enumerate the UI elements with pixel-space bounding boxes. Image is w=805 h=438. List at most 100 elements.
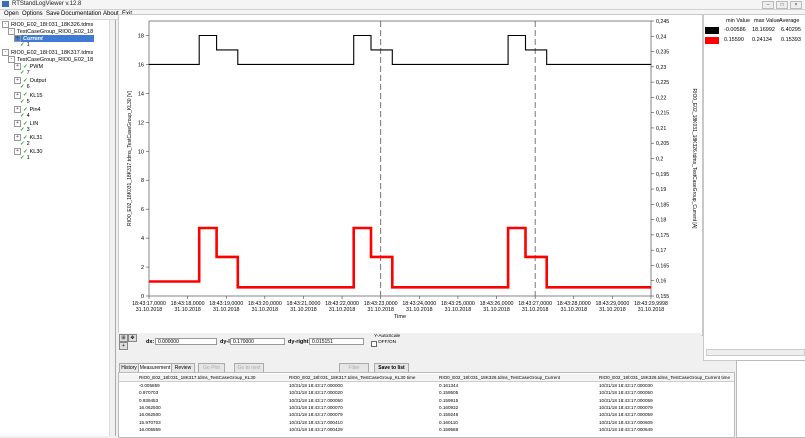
- legend-scrollbar[interactable]: [706, 349, 805, 356]
- expand-icon[interactable]: +: [14, 35, 21, 43]
- check-icon[interactable]: ✓: [20, 42, 25, 48]
- check-icon[interactable]: ✓: [23, 149, 28, 155]
- expand-icon[interactable]: +: [14, 91, 21, 99]
- menu-about[interactable]: About: [103, 11, 119, 17]
- check-icon[interactable]: ✓: [20, 70, 25, 76]
- tree-scrollbar[interactable]: [109, 20, 115, 436]
- tree-item[interactable]: - RIO0_E02_18l:031_18K317.tdms: [2, 49, 93, 57]
- check-icon[interactable]: ✓: [20, 99, 25, 105]
- tree-item[interactable]: + ✓ KL31: [14, 133, 42, 141]
- maximize-icon[interactable]: □: [776, 1, 788, 9]
- tree-item[interactable]: + ✓ PWM: [14, 63, 43, 71]
- table-cell: 10/31/18 18:43:17.000609: [599, 419, 653, 425]
- expand-icon[interactable]: +: [14, 147, 21, 155]
- expand-icon[interactable]: +: [14, 63, 21, 71]
- tree-item[interactable]: ✓ 7: [20, 70, 30, 77]
- tree-item[interactable]: ✓ 1: [20, 42, 30, 49]
- table-row[interactable]: 0.939453 10/31/18 18:43:17.000050 0.159915…: [119, 397, 734, 404]
- y-left-tick-label: 0: [141, 294, 144, 300]
- channel-tree[interactable]: - RIO0_E02_18l:031_18K326.tdms - TestCaseGr…: [0, 20, 116, 436]
- minimize-icon[interactable]: –: [762, 1, 774, 9]
- dx-field[interactable]: 0.000000: [155, 338, 217, 345]
- x-tick-date-label: 31.10.2018: [599, 307, 626, 313]
- check-icon[interactable]: ✓: [23, 135, 28, 141]
- menu-options[interactable]: Options: [22, 11, 43, 17]
- y-left-axis-label: RIO0_E02_18K031_18K317.tdms_TestCaseGrou…: [127, 90, 133, 226]
- expand-icon[interactable]: +: [14, 77, 21, 85]
- table-row[interactable]: 0.970703 10/31/18 18:43:17.000020 0.159505…: [119, 389, 734, 396]
- legend-swatch-red[interactable]: [705, 37, 719, 44]
- pan-icon[interactable]: ✥: [128, 334, 137, 342]
- zoom-icon[interactable]: ⊞: [119, 334, 128, 342]
- legend-swatch-black[interactable]: [705, 27, 719, 34]
- data-point: [198, 64, 200, 65]
- plot-panel[interactable]: 0 2 4 6 8 10 12 14 16 18 0,245 0,24 0,235 0,23 0,225 0,…: [118, 14, 703, 336]
- table-row[interactable]: 16.005859 10/31/18 18:43:17.000429 0.15958…: [119, 426, 734, 433]
- data-point: [650, 64, 652, 65]
- table-cell: 0.160932: [439, 404, 459, 410]
- tree-item[interactable]: ✓ 4: [20, 113, 30, 120]
- collapse-icon[interactable]: -: [2, 49, 9, 57]
- check-icon[interactable]: ✓: [23, 78, 28, 84]
- data-point: [525, 256, 526, 258]
- table-cell: 15.970703: [139, 419, 161, 425]
- x-tick-date-label: 31.10.2018: [522, 307, 549, 313]
- check-icon[interactable]: ✓: [20, 113, 25, 119]
- menu-documentation[interactable]: Documentation: [61, 11, 101, 17]
- check-icon[interactable]: ✓: [20, 141, 25, 147]
- table-cell: 10/31/18 18:43:17.000059: [599, 397, 653, 403]
- tree-item[interactable]: ✓ 6: [20, 84, 30, 91]
- check-icon[interactable]: ✓: [20, 84, 25, 90]
- dy-left-field[interactable]: 0.170000: [230, 338, 285, 345]
- check-icon[interactable]: ✓: [23, 107, 28, 113]
- tree-item[interactable]: - RIO0_E02_18l:031_18K326.tdms: [2, 21, 93, 28]
- table-row[interactable]: -0.005859 10/31/18 18:43:17.000000 0.16134…: [119, 382, 734, 389]
- tab-bar: History Measurement Review Go Plot Go to…: [118, 362, 733, 373]
- collapse-icon[interactable]: -: [2, 21, 9, 28]
- legend-header-min: min Value: [726, 18, 751, 24]
- data-point: [525, 35, 526, 36]
- close-icon[interactable]: ×: [790, 1, 802, 9]
- table-cell: 10/31/18 18:43:17.000079: [599, 404, 653, 410]
- tree-item[interactable]: ✓ 3: [20, 127, 30, 134]
- table-row[interactable]: 16.062500 10/31/18 18:43:17.000070 0.16093…: [119, 404, 734, 411]
- table-row[interactable]: 16.062500 10/31/18 18:43:17.000079 0.15924…: [119, 411, 734, 418]
- tree-item[interactable]: + ✓ KL15: [14, 91, 43, 99]
- cursor-icon[interactable]: +: [119, 342, 128, 350]
- measurement-table[interactable]: RIO0_E02_18l:031_18K317.tdms_TestCaseGro…: [118, 372, 735, 438]
- x-tick-date-label: 31.10.2018: [329, 307, 356, 313]
- tree-item[interactable]: + ✓ Pin4: [14, 105, 41, 113]
- tree-item[interactable]: + Current: [14, 35, 94, 43]
- tree-item[interactable]: + ✓ KL30: [14, 147, 42, 155]
- expand-icon[interactable]: +: [14, 133, 21, 141]
- check-icon[interactable]: ✓: [23, 121, 28, 127]
- check-icon[interactable]: ✓: [20, 155, 25, 161]
- data-point: [216, 227, 217, 229]
- table-cell: 10/31/18 18:43:17.000429: [289, 426, 343, 432]
- data-point: [198, 35, 200, 36]
- tree-item[interactable]: ✓ 2: [20, 141, 30, 148]
- table-row[interactable]: 15.970703 10/31/18 18:43:17.000410 0.16011…: [119, 419, 734, 426]
- tree-item[interactable]: - TestCaseGroup_RIO0_E02_18: [8, 56, 93, 64]
- check-icon[interactable]: ✓: [23, 64, 28, 70]
- menu-save[interactable]: Save: [46, 11, 60, 17]
- collapse-icon[interactable]: -: [8, 28, 15, 36]
- tree-item[interactable]: + ✓ LIN: [14, 119, 38, 127]
- tree-item[interactable]: ✓ 5: [20, 99, 30, 106]
- data-point: [370, 256, 372, 258]
- expand-icon[interactable]: +: [14, 119, 21, 127]
- collapse-icon[interactable]: -: [8, 56, 15, 64]
- tree-item-label: KL15: [29, 92, 43, 99]
- dy-right-field[interactable]: 0.015151: [309, 338, 364, 345]
- expand-icon[interactable]: +: [14, 105, 21, 113]
- check-icon[interactable]: ✓: [23, 92, 28, 98]
- check-icon[interactable]: ✓: [20, 127, 25, 133]
- autoscale-checkbox[interactable]: [371, 341, 377, 347]
- table-cell: 0.970703: [139, 390, 159, 396]
- table-cell: 10/31/18 18:43:17.000070: [289, 404, 343, 410]
- chart[interactable]: 0 2 4 6 8 10 12 14 16 18 0,245 0,24 0,235 0,23 0,225 0,…: [119, 15, 702, 335]
- tree-item[interactable]: + ✓ Output: [14, 77, 46, 85]
- menu-open[interactable]: Open: [4, 11, 19, 17]
- tree-item[interactable]: ✓ 1: [20, 155, 30, 162]
- tree-item[interactable]: - TestCaseGroup_RIO0_E02_18: [8, 28, 93, 36]
